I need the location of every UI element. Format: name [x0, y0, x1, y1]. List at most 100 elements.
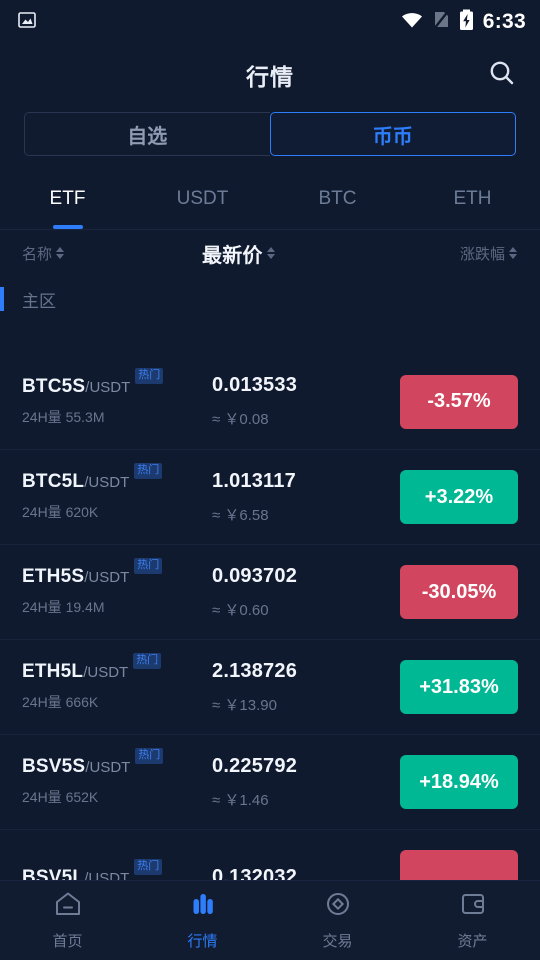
- nav-label-trade: 交易: [322, 933, 353, 950]
- row-volume: 24H量 55.3M: [22, 408, 105, 425]
- row-volume: 24H量 19.4M: [22, 599, 105, 615]
- row-price-cell: 0.225792 ≈ ￥1.46: [202, 755, 400, 810]
- row-change-cell: -3.57%: [400, 374, 518, 429]
- market-list[interactable]: BTC5S /USDT 热门 24H量 55.3M 0.013533 ≈ ￥0.…: [0, 354, 540, 880]
- nav-item-assets[interactable]: 资产: [405, 890, 540, 951]
- table-row[interactable]: ETH5L /USDT 热门 24H量 666K 2.138726 ≈ ￥13.…: [0, 639, 540, 734]
- bottom-navigation[interactable]: 首页 行情 交易 资产: [0, 880, 540, 960]
- column-headers: 名称 最新价 涨跌幅: [0, 230, 540, 276]
- tab-eth[interactable]: ETH: [405, 168, 540, 229]
- image-icon: [16, 9, 38, 36]
- row-symbol: ETH5L: [22, 661, 84, 682]
- row-symbol: BSV5S: [22, 756, 86, 777]
- status-badge: +18.94%: [400, 755, 518, 809]
- sort-by-price[interactable]: 最新价: [202, 239, 460, 268]
- home-icon: [53, 890, 83, 923]
- nav-label-assets: 资产: [457, 933, 488, 950]
- status-bar: 6:33: [0, 0, 540, 44]
- sort-arrows-icon: [55, 246, 65, 260]
- table-row[interactable]: ETH5S /USDT 热门 24H量 19.4M 0.093702 ≈ ￥0.…: [0, 544, 540, 639]
- wifi-icon: [400, 10, 424, 35]
- market-type-segmented-control[interactable]: 自选 币币: [24, 112, 516, 156]
- sim-card-off-icon: [432, 9, 450, 35]
- row-change-cell: +3.22%: [400, 470, 518, 524]
- section-title: 主区: [22, 291, 56, 311]
- column-header-change: 涨跌幅: [459, 245, 505, 263]
- row-change-cell: -30.05%: [400, 565, 518, 619]
- row-pair: /USDT: [85, 759, 131, 776]
- sort-by-change[interactable]: 涨跌幅: [460, 243, 518, 264]
- trade-diamond-icon: [323, 890, 353, 923]
- hot-badge: 热门: [134, 858, 163, 875]
- search-button[interactable]: [482, 55, 522, 95]
- row-price-cny: ≈ ￥0.08: [212, 411, 269, 428]
- row-change-cell: +31.83%: [400, 660, 518, 714]
- row-name-cell: ETH5L /USDT 热门 24H量 666K: [22, 653, 202, 712]
- tab-btc[interactable]: BTC: [270, 168, 405, 229]
- tab-usdt[interactable]: USDT: [135, 168, 270, 229]
- nav-label-markets: 行情: [187, 933, 218, 950]
- nav-item-markets[interactable]: 行情: [135, 890, 270, 951]
- row-symbol: BSV5L: [22, 866, 85, 881]
- status-badge: [400, 850, 518, 880]
- nav-label-home: 首页: [52, 933, 83, 950]
- row-price-cell: 2.138726 ≈ ￥13.90: [202, 660, 400, 715]
- row-price-cny: ≈ ￥0.60: [212, 601, 269, 619]
- row-name-cell: BTC5L /USDT 热门 24H量 620K: [22, 463, 202, 522]
- row-volume: 24H量 666K: [22, 694, 99, 710]
- tab-etf[interactable]: ETF: [0, 168, 135, 229]
- row-price: 0.093702: [212, 564, 298, 587]
- row-price-cell: 0.093702 ≈ ￥0.60: [202, 565, 400, 620]
- battery-charging-icon: [459, 9, 474, 36]
- status-badge: -3.57%: [400, 374, 518, 429]
- row-name-cell: BTC5S /USDT 热门 24H量 55.3M: [22, 367, 202, 427]
- row-pair: /USDT: [84, 869, 130, 881]
- status-badge: -30.05%: [400, 565, 518, 619]
- status-bar-right: 6:33: [400, 9, 526, 36]
- row-volume: 24H量 652K: [22, 789, 99, 805]
- page-header: 行情: [0, 44, 540, 106]
- hot-badge: 热门: [135, 748, 164, 764]
- market-tabs[interactable]: ETF USDT BTC ETH: [0, 168, 540, 230]
- hot-badge: 热门: [134, 558, 163, 574]
- row-pair: /USDT: [84, 474, 130, 491]
- row-price: 1.013117: [212, 469, 296, 492]
- sort-arrows-icon: [266, 246, 276, 260]
- row-change-cell: [400, 850, 518, 880]
- row-price: 2.138726: [212, 659, 298, 682]
- status-bar-left: [16, 9, 38, 36]
- status-badge: +31.83%: [400, 660, 518, 714]
- table-row[interactable]: BTC5L /USDT 热门 24H量 620K 1.013117 ≈ ￥6.5…: [0, 449, 540, 544]
- row-symbol: BTC5L: [22, 471, 85, 492]
- row-price-cell: 1.013117 ≈ ￥6.58: [202, 470, 400, 525]
- status-bar-clock: 6:33: [482, 10, 526, 33]
- hot-badge: 热门: [133, 653, 162, 669]
- segment-coin-coin[interactable]: 币币: [269, 112, 516, 156]
- column-header-name: 名称: [22, 245, 53, 263]
- hot-badge: 热门: [134, 463, 163, 479]
- row-pair: /USDT: [85, 378, 131, 396]
- table-row[interactable]: BTC5S /USDT 热门 24H量 55.3M 0.013533 ≈ ￥0.…: [0, 354, 540, 449]
- row-price: 0.132032: [212, 865, 298, 881]
- row-price: 0.013533: [212, 374, 298, 396]
- row-price-cny: ≈ ￥13.90: [212, 696, 277, 714]
- row-symbol: BTC5S: [22, 375, 86, 397]
- bar-chart-icon: [188, 890, 218, 923]
- page-title: 行情: [246, 64, 294, 90]
- row-volume: 24H量 620K: [22, 504, 99, 520]
- wallet-icon: [458, 890, 488, 923]
- status-badge: +3.22%: [400, 470, 518, 524]
- row-pair: /USDT: [84, 569, 130, 586]
- row-symbol: ETH5S: [22, 566, 85, 587]
- sort-arrows-icon: [508, 246, 518, 260]
- row-price-cny: ≈ ￥6.58: [212, 506, 269, 524]
- table-row[interactable]: BSV5L /USDT 热门 0.132032: [0, 829, 540, 880]
- row-pair: /USDT: [83, 664, 129, 681]
- segment-self-select[interactable]: 自选: [24, 112, 270, 156]
- table-row[interactable]: BSV5S /USDT 热门 24H量 652K 0.225792 ≈ ￥1.4…: [0, 734, 540, 829]
- sort-by-name[interactable]: 名称: [22, 243, 202, 264]
- row-price-cell: 0.013533 ≈ ￥0.08: [202, 374, 400, 429]
- nav-item-home[interactable]: 首页: [0, 890, 135, 951]
- nav-item-trade[interactable]: 交易: [270, 890, 405, 951]
- row-name-cell: ETH5S /USDT 热门 24H量 19.4M: [22, 558, 202, 617]
